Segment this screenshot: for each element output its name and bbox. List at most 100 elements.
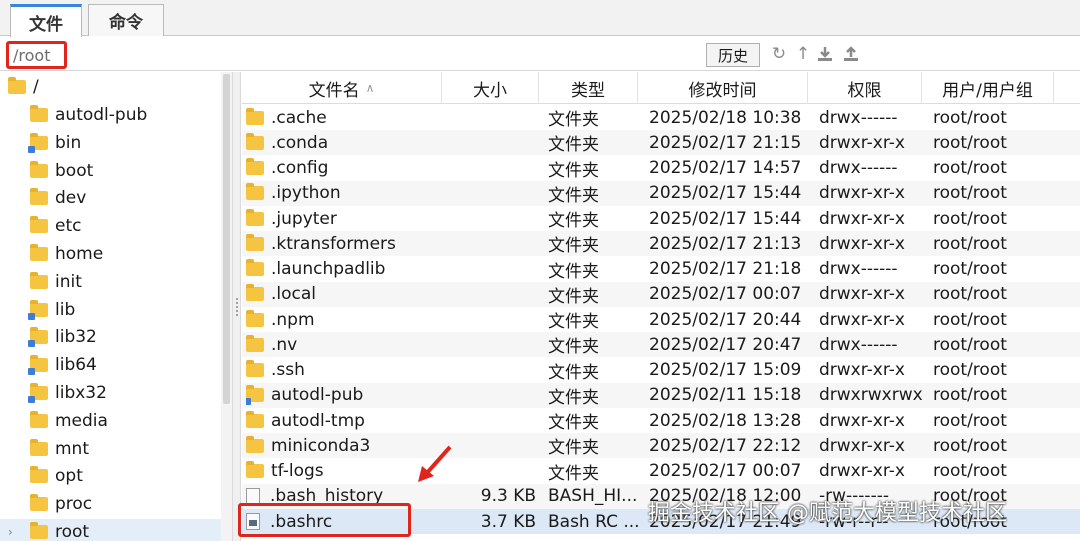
column-header-owner[interactable]: 用户/用户组 (922, 72, 1054, 104)
cell-size (446, 383, 536, 408)
tree-item-root[interactable]: / (0, 74, 221, 100)
download-icon[interactable] (816, 45, 834, 63)
cell-permissions: drwx------ (819, 107, 898, 128)
tree-item-lib[interactable]: lib (0, 297, 221, 323)
column-name-label: 文件名 (308, 80, 360, 101)
tree-scrollbar[interactable] (221, 72, 232, 541)
tree-item-proc[interactable]: proc (0, 491, 221, 517)
tree-item-label: media (55, 410, 108, 431)
folder-icon (246, 158, 264, 175)
table-row[interactable]: miniconda3 文件夹 2025/02/17 22:12 drwxr-xr-x r… (242, 433, 1080, 459)
cell-name: .npm (246, 307, 442, 332)
pane-splitter[interactable] (232, 72, 241, 541)
cell-owner: root/root (933, 208, 1007, 229)
cell-owner: root/root (933, 158, 1007, 178)
column-header-name[interactable]: 文件名 ∧ (242, 72, 442, 104)
tree-item-home[interactable]: home (0, 241, 221, 267)
table-row[interactable]: .npm 文件夹 2025/02/17 20:44 drwxr-xr-x root/ro… (242, 307, 1080, 332)
tree-item-label: bin (55, 132, 82, 153)
column-header-time[interactable]: 修改时间 (638, 72, 808, 104)
tree-item-label: home (55, 244, 104, 264)
file-name: .config (271, 158, 329, 178)
tree-item-label: etc (55, 216, 82, 237)
tree-item-libx32[interactable]: libx32 (0, 380, 221, 406)
file-name: .cache (271, 107, 327, 128)
file-name: .jupyter (271, 208, 337, 229)
table-row[interactable]: autodl-pub 文件夹 2025/02/11 15:18 drwxrwxrwx r… (242, 382, 1080, 408)
cell-size (446, 332, 536, 357)
file-name: .conda (271, 132, 329, 153)
cell-name: .conda (246, 130, 442, 155)
tree-item-label: lib (55, 299, 76, 320)
table-row[interactable]: .ipython 文件夹 2025/02/17 15:44 drwxr-xr-x roo… (242, 180, 1080, 206)
cell-modified-time: 2025/02/18 10:38 (649, 107, 802, 128)
column-header-perm[interactable]: 权限 (808, 72, 922, 104)
cell-modified-time: 2025/02/17 00:07 (649, 461, 802, 481)
folder-icon (30, 244, 48, 261)
table-row[interactable]: .nv 文件夹 2025/02/17 20:47 drwx------ root/roo… (242, 332, 1080, 358)
cell-modified-time: 2025/02/17 15:09 (649, 360, 802, 380)
table-row[interactable]: .launchpadlib 文件夹 2025/02/17 21:18 drwx----… (242, 257, 1080, 282)
cell-owner: root/root (933, 233, 1007, 254)
folder-icon (246, 334, 264, 352)
tree-item-opt[interactable]: opt (0, 463, 221, 489)
refresh-icon[interactable]: ↻ (770, 45, 788, 63)
cell-size (446, 282, 536, 307)
file-name: .npm (271, 309, 315, 330)
folder-icon (246, 360, 264, 377)
cell-permissions: drwx------ (819, 334, 898, 355)
column-header-type[interactable]: 类型 (539, 72, 638, 104)
folder-icon (30, 105, 48, 122)
tree-item-init[interactable]: init (0, 269, 221, 295)
tree-item-autodl-pub[interactable]: autodl-pub (0, 102, 221, 128)
tree-item-boot[interactable]: boot (0, 158, 221, 184)
upload-icon[interactable] (842, 45, 860, 63)
cell-modified-time: 2025/02/17 20:44 (649, 309, 802, 330)
table-row[interactable]: .config 文件夹 2025/02/17 14:57 drwx------ root… (242, 156, 1080, 181)
cell-name: .jupyter (246, 206, 442, 231)
table-row[interactable]: .ssh 文件夹 2025/02/17 15:09 drwxr-xr-x root/ro… (242, 358, 1080, 383)
table-row[interactable]: .local 文件夹 2025/02/17 00:07 drwxr-xr-x root/… (242, 281, 1080, 307)
cell-name: .nv (246, 332, 442, 357)
up-icon[interactable]: ↑ (794, 45, 812, 63)
tab-files[interactable]: 文件 (10, 4, 82, 37)
folder-icon (246, 233, 264, 251)
table-row[interactable]: tf-logs 文件夹 2025/02/17 00:07 drwxr-xr-x root… (242, 459, 1080, 484)
file-name: .nv (271, 334, 298, 355)
cell-modified-time: 2025/02/17 20:47 (649, 334, 802, 355)
tree-item-dev[interactable]: dev (0, 185, 221, 211)
folder-link-icon (28, 327, 48, 348)
tree-item-mnt[interactable]: mnt (0, 436, 221, 462)
history-button[interactable]: 历史 (706, 43, 760, 67)
cell-modified-time: 2025/02/17 21:13 (649, 233, 802, 254)
tree-item-lib64[interactable]: lib64 (0, 352, 221, 378)
table-row[interactable]: .jupyter 文件夹 2025/02/17 15:44 drwxr-xr-x roo… (242, 206, 1080, 231)
cell-name: .launchpadlib (246, 257, 442, 282)
tab-commands[interactable]: 命令 (88, 4, 164, 36)
folder-icon (30, 438, 48, 456)
tree-scrollbar-thumb[interactable] (223, 74, 230, 404)
table-row[interactable]: autodl-tmp 文件夹 2025/02/18 13:28 drwxr-xr-x r… (242, 408, 1080, 433)
cell-size (446, 408, 536, 433)
tree-item-media[interactable]: media (0, 408, 221, 434)
file-list-header: 文件名 ∧ 大小 类型 修改时间 权限 用户/用户组 (242, 72, 1080, 104)
table-row[interactable]: .cache 文件夹 2025/02/18 10:38 drwx------ root/… (242, 105, 1080, 130)
cell-name: .local (246, 282, 442, 307)
column-header-size[interactable]: 大小 (442, 72, 539, 104)
chevron-right-icon[interactable]: › (8, 525, 13, 539)
path-input[interactable]: /root (6, 41, 67, 69)
tree-item-bin[interactable]: bin (0, 130, 221, 156)
cell-name: miniconda3 (246, 433, 442, 458)
file-name: .ipython (271, 183, 341, 204)
cell-type: 文件夹 (548, 312, 599, 332)
tree-item-lib32[interactable]: lib32 (0, 324, 221, 350)
cell-type: 文件夹 (548, 211, 599, 231)
tree-item-etc[interactable]: etc (0, 213, 221, 239)
table-row[interactable]: .ktransformers 文件夹 2025/02/17 21:13 drwxr-x… (242, 231, 1080, 257)
path-bar: /root 历史 ↻ ↑ (0, 37, 1080, 71)
tree-item-root[interactable]: › root (0, 519, 221, 541)
cell-name: autodl-tmp (246, 408, 442, 433)
cell-name: .config (246, 156, 442, 181)
red-arrow-icon (418, 445, 452, 482)
table-row[interactable]: .conda 文件夹 2025/02/17 21:15 drwxr-xr-x root/… (242, 130, 1080, 156)
